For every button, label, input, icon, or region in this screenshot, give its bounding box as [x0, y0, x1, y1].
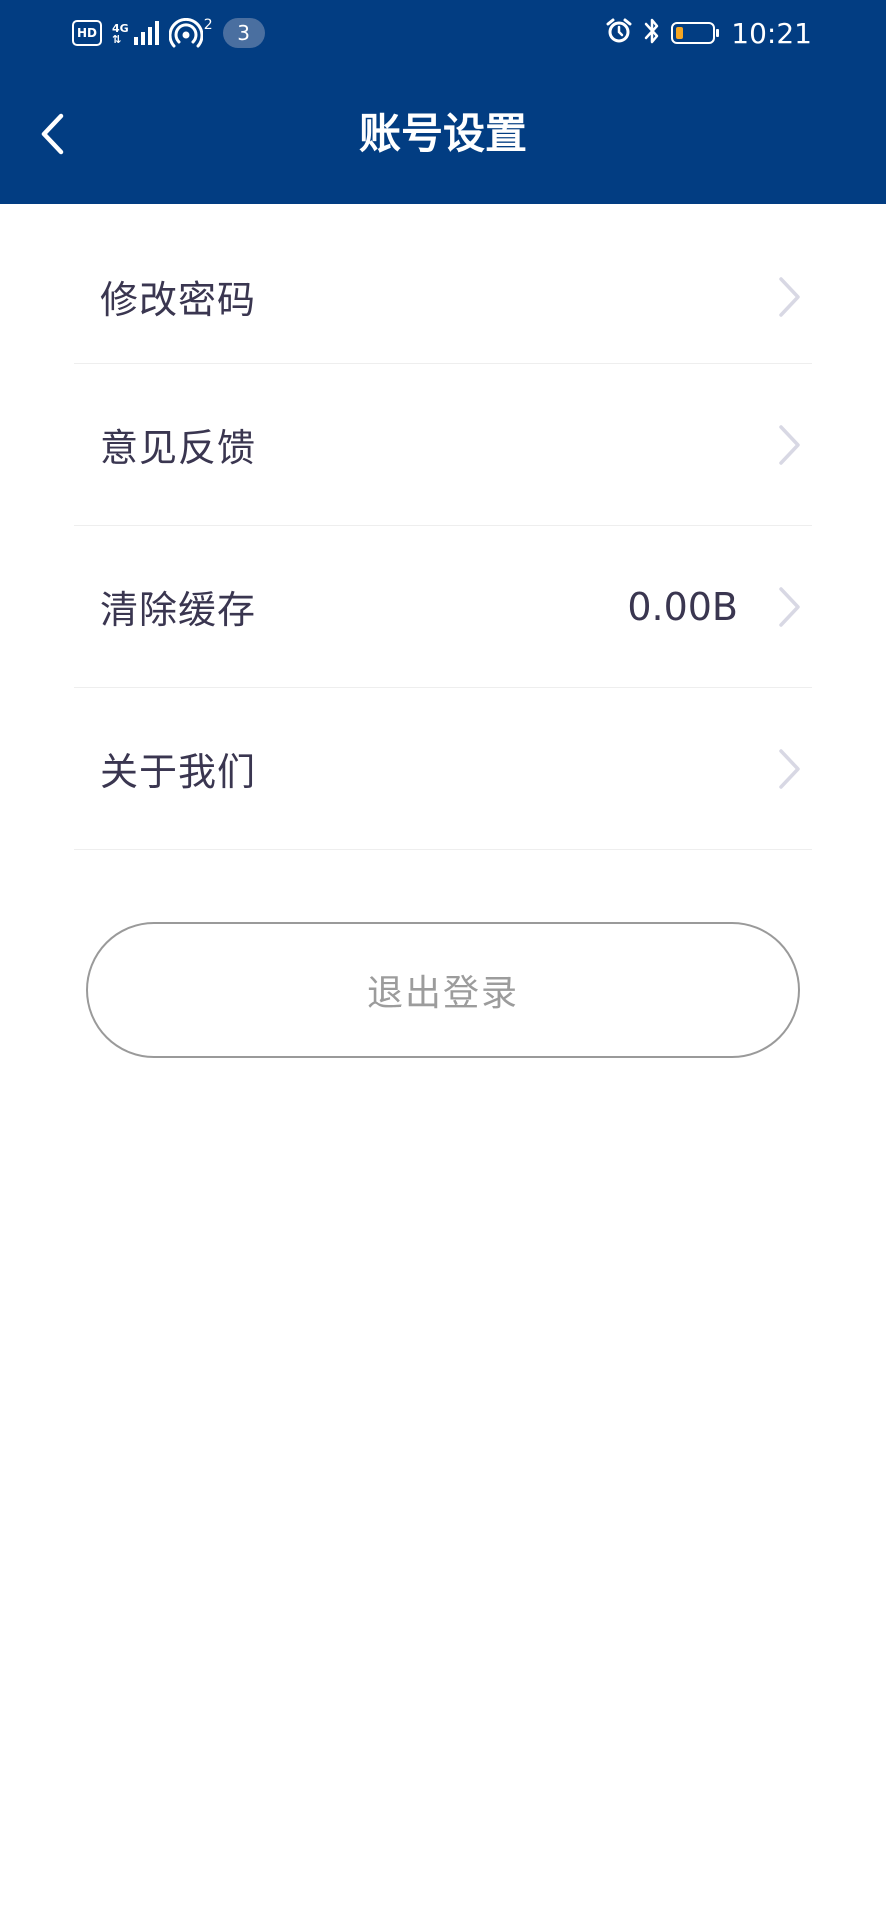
status-bar-right: 10:21	[605, 16, 812, 50]
hotspot-icon: 2	[168, 17, 213, 48]
cache-size-value: 0.00B	[627, 584, 738, 629]
hd-icon: HD	[72, 20, 102, 46]
notification-count-badge: 3	[222, 18, 265, 48]
chevron-right-icon	[779, 586, 800, 627]
signal-bars	[133, 21, 159, 45]
signal-icon: 4G ⇅	[112, 21, 159, 45]
status-bar: HD 4G ⇅ 2 3 10:21	[0, 0, 886, 66]
hotspot-count: 2	[203, 17, 213, 33]
battery-level-fill	[676, 27, 684, 39]
menu-item-clear-cache[interactable]: 清除缓存 0.00B	[74, 526, 812, 688]
menu-item-label: 修改密码	[100, 278, 257, 322]
settings-menu: 修改密码 意见反馈 清除缓存 0.00B 关于我们	[74, 230, 812, 850]
chevron-right-icon	[779, 424, 800, 465]
alarm-icon	[605, 17, 633, 49]
menu-item-feedback[interactable]: 意见反馈	[74, 364, 812, 526]
bluetooth-icon	[643, 16, 661, 50]
page-title: 账号设置	[358, 109, 527, 158]
chevron-right-icon	[779, 748, 800, 789]
menu-item-about-us[interactable]: 关于我们	[74, 688, 812, 850]
menu-item-label: 清除缓存	[100, 588, 257, 632]
battery-icon	[671, 22, 720, 44]
logout-button[interactable]: 退出登录	[86, 922, 800, 1058]
chevron-right-icon	[779, 276, 800, 317]
status-time: 10:21	[731, 16, 812, 50]
menu-item-label: 意见反馈	[100, 426, 257, 470]
menu-item-change-password[interactable]: 修改密码	[74, 230, 812, 364]
status-bar-left: HD 4G ⇅ 2 3	[72, 16, 265, 50]
data-arrows-icon: ⇅	[112, 33, 122, 46]
app-header: HD 4G ⇅ 2 3 10:21 账号设置	[0, 0, 886, 204]
menu-item-label: 关于我们	[100, 750, 257, 794]
